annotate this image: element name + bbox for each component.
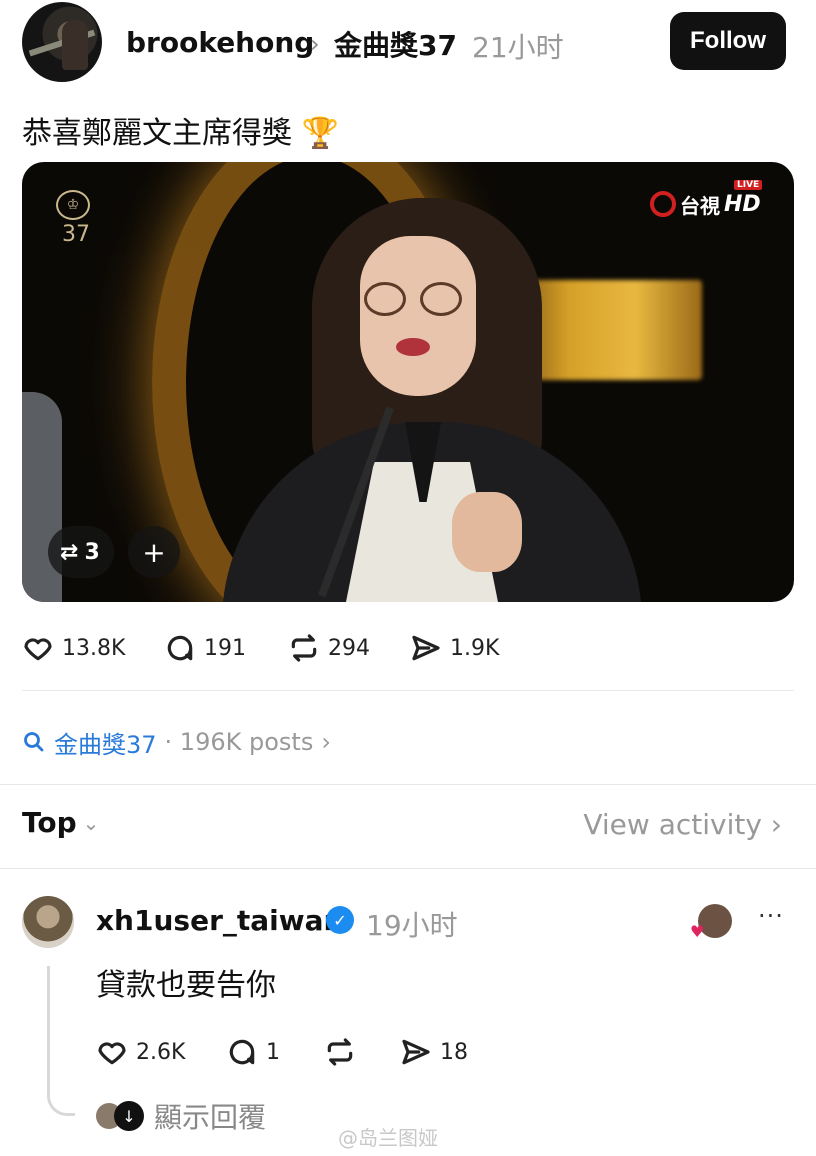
watermark-text: @岛兰图娅 [338, 1126, 438, 1150]
chevron-down-icon: ⌄ [82, 810, 100, 835]
repost-icon [291, 634, 317, 662]
author-username[interactable]: brookehong [126, 26, 314, 59]
reply-repost-button[interactable] [324, 1032, 356, 1072]
heart-icon [98, 1042, 126, 1065]
chevron-right-icon: › [310, 30, 320, 58]
divider [22, 690, 794, 691]
tag-post-count: · 196K posts [164, 728, 314, 756]
arrow-down-icon: ↓ [114, 1101, 144, 1131]
search-icon [24, 732, 44, 752]
post-video[interactable]: ♔ 37 台視 LIVE HD ⇄ 3 + [22, 162, 794, 602]
heart-icon: ♥ [690, 922, 705, 941]
view-activity-link[interactable]: View activity › [583, 808, 782, 841]
reply-avatars: ↓ [96, 1101, 144, 1131]
speaker-hand [452, 492, 522, 572]
repost-count: 294 [328, 635, 370, 661]
like-button[interactable]: 13.8K [22, 628, 125, 668]
reply-share-button[interactable]: 18 [400, 1032, 468, 1072]
chevron-right-icon: › [321, 728, 331, 756]
show-replies-label: 顯示回覆 [154, 1101, 267, 1134]
sort-row: Top ⌄ View activity › [22, 806, 794, 850]
send-icon [402, 1039, 430, 1065]
reply-comment-button[interactable]: 1 [226, 1032, 280, 1072]
share-button[interactable]: 1.9K [410, 628, 499, 668]
event-logo: ♔ 37 [56, 190, 96, 250]
add-button[interactable]: + [128, 526, 180, 578]
comment-count: 191 [204, 635, 246, 661]
heart-icon [24, 638, 52, 661]
post-actions: 13.8K 191 294 1.9K [0, 628, 816, 668]
sort-label: Top [22, 806, 77, 839]
event-number: 37 [62, 222, 90, 247]
comment-icon [229, 1039, 255, 1065]
tag-name[interactable]: 金曲獎37 [54, 725, 157, 760]
channel-name: 台視 [680, 193, 720, 218]
reply-text: 貸款也要告你 [96, 968, 276, 1003]
hd-text: HD [724, 191, 761, 217]
share-count: 1.9K [450, 635, 500, 661]
live-badge: LIVE [734, 179, 763, 190]
video-repost-count: 3 [84, 539, 100, 565]
like-count: 13.8K [62, 635, 126, 661]
speaker-mouth [396, 338, 430, 356]
post-caption: 恭喜鄭麗文主席得獎 🏆 [22, 116, 339, 151]
section-divider [0, 784, 816, 785]
comment-icon [167, 635, 193, 661]
hd-label: LIVE HD [724, 179, 763, 217]
reply-avatar[interactable] [22, 896, 74, 948]
repost-icon [327, 1038, 353, 1066]
author-avatar[interactable] [22, 2, 102, 82]
speaker-face [360, 236, 476, 396]
reply-item: xh1user_taiwan ✓ 19小时 ♥ ··· 貸款也要告你 2.6K … [22, 896, 794, 1136]
video-repost-pill[interactable]: ⇄ 3 [48, 526, 114, 578]
post-header: brookehong › 金曲獎37 21小时 Follow [22, 0, 794, 88]
reply-comment-count: 1 [266, 1039, 280, 1065]
verified-badge-icon: ✓ [326, 906, 354, 934]
channel-watermark: 台視 LIVE HD [650, 179, 763, 222]
reply-like-button[interactable]: 2.6K [96, 1032, 185, 1072]
send-icon [412, 635, 440, 661]
follow-button[interactable]: Follow [670, 12, 786, 70]
sort-dropdown[interactable]: Top ⌄ [22, 806, 99, 839]
topic-tag-row[interactable]: 金曲獎37 · 196K posts › [22, 724, 331, 760]
reply-username[interactable]: xh1user_taiwan [96, 904, 343, 937]
reply-like-count: 2.6K [136, 1039, 186, 1065]
show-replies-link[interactable]: ↓ 顯示回覆 [96, 1096, 266, 1136]
more-options-button[interactable]: ··· [758, 902, 784, 930]
repost-icon: ⇄ [60, 539, 79, 565]
glasses-left [364, 282, 406, 316]
topic-link[interactable]: 金曲獎37 [334, 24, 457, 64]
thread-line [47, 966, 75, 1116]
event-emblem-icon: ♔ [56, 190, 90, 220]
section-divider [0, 868, 816, 869]
glasses-right [420, 282, 462, 316]
comment-button[interactable]: 191 [164, 628, 246, 668]
post-time: 21小时 [472, 31, 564, 64]
repost-button[interactable]: 294 [288, 628, 370, 668]
reply-time: 19小时 [366, 909, 458, 942]
reply-share-count: 18 [440, 1039, 468, 1065]
channel-logo-icon [650, 191, 676, 217]
